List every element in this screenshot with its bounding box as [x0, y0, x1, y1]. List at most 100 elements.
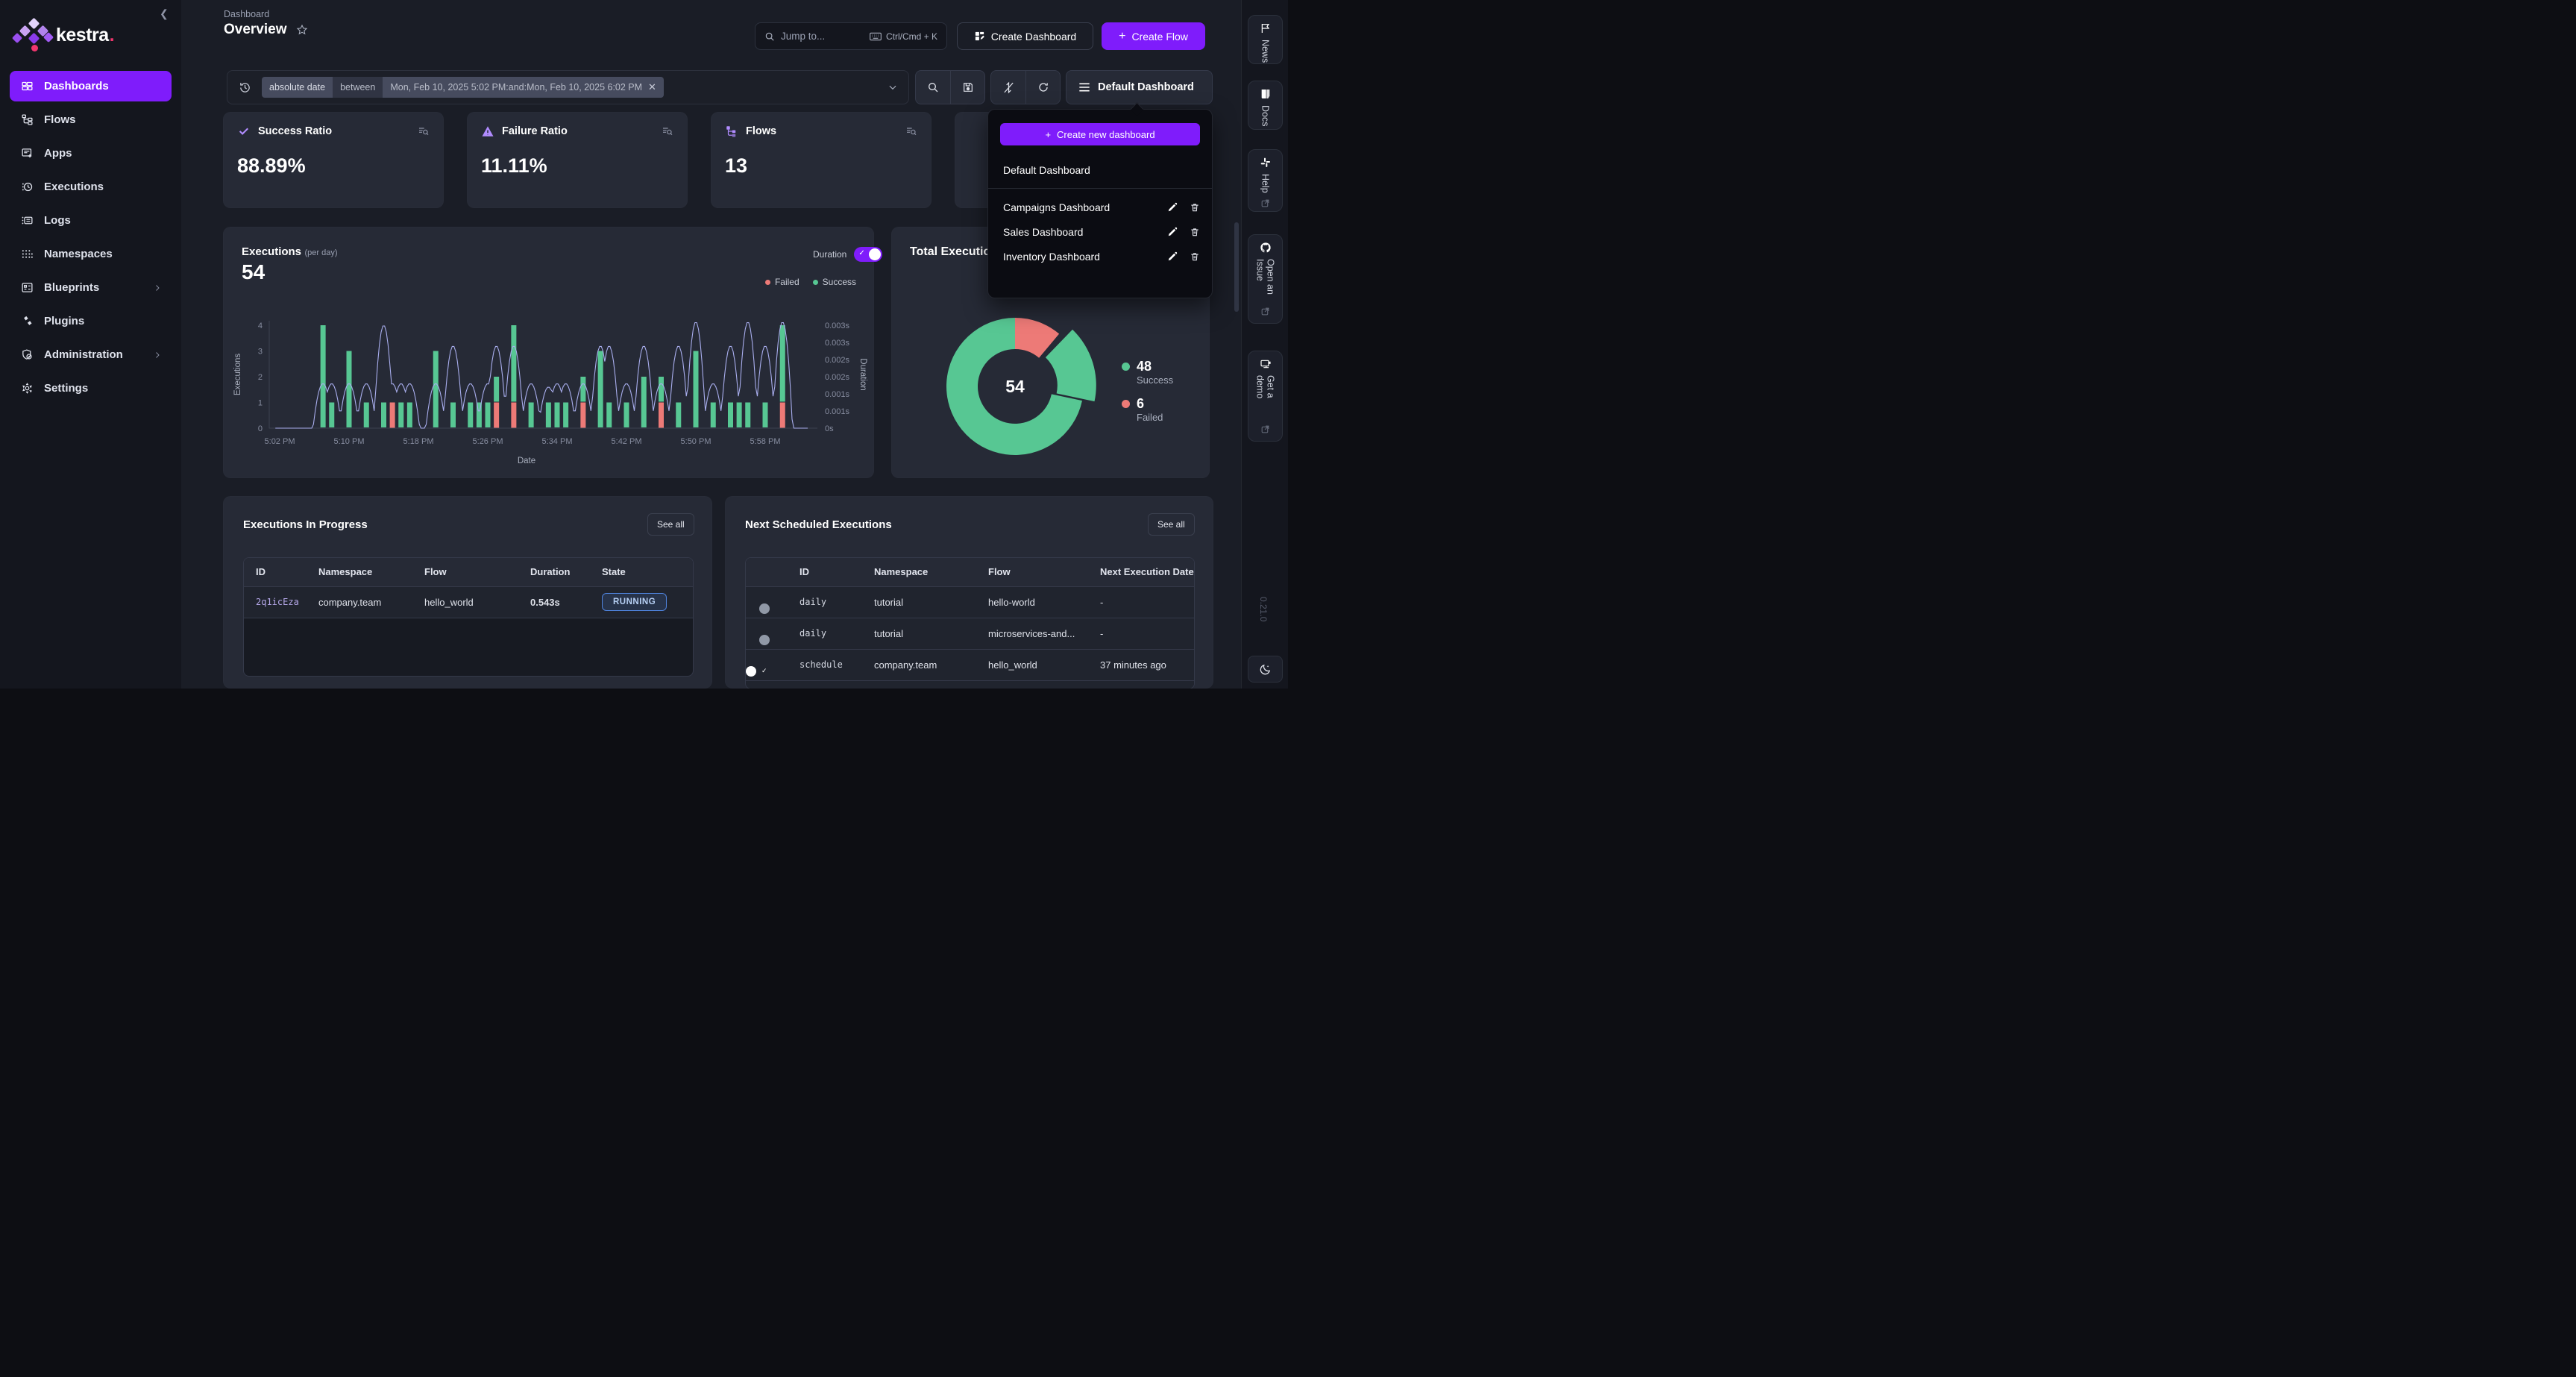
filter-chip[interactable]: absolute date between Mon, Feb 10, 2025 … [262, 77, 664, 98]
flow-cell[interactable]: microservices-and... [976, 618, 1088, 649]
filter-remove-icon[interactable]: ✕ [648, 81, 656, 93]
namespace-cell[interactable]: company.team [862, 649, 976, 680]
table-row[interactable]: daily tutorial hello-world - [746, 586, 1194, 618]
edit-dashboard-icon[interactable] [1167, 251, 1178, 262]
sidebar-item-flows[interactable]: Flows [10, 104, 172, 135]
dock-button-open-an-issue[interactable]: Open an Issue [1248, 234, 1283, 324]
save-filter-button[interactable] [950, 71, 984, 104]
create-flow-button[interactable]: + Create Flow [1102, 22, 1205, 50]
create-new-dashboard-button[interactable]: + Create new dashboard [1000, 123, 1200, 145]
sidebar-item-administration[interactable]: Administration [10, 339, 172, 370]
dock-button-docs[interactable]: Docs [1248, 81, 1283, 130]
kestra-logo[interactable]: kestra. [19, 19, 114, 51]
svg-text:0.002s: 0.002s [825, 356, 850, 365]
dashboard-selector-button[interactable]: Default Dashboard [1066, 70, 1213, 104]
sidebar-item-executions[interactable]: Executions [10, 172, 172, 202]
table-row[interactable]: 2q1icEza company.team hello_world 0.543s… [244, 586, 693, 618]
stat-card-flows: Flows 13 [711, 112, 932, 208]
edit-dashboard-icon[interactable] [1167, 227, 1178, 237]
sidebar-item-apps[interactable]: Apps [10, 138, 172, 169]
dropdown-item-inventory-dashboard[interactable]: Inventory Dashboard [988, 244, 1212, 269]
donut-legend-item-failed[interactable]: 6 Failed [1122, 396, 1173, 423]
dock-button-label: Docs [1260, 105, 1271, 126]
keyboard-icon [870, 32, 882, 41]
list-search-icon[interactable] [662, 125, 673, 137]
sidebar-item-namespaces[interactable]: Namespaces [10, 239, 172, 269]
flow-cell[interactable]: hello_world [976, 649, 1088, 680]
namespace-cell[interactable]: tutorial [862, 618, 976, 649]
flow-cell[interactable]: hello_world [412, 586, 518, 618]
column-header [746, 558, 788, 586]
trigger-id[interactable]: daily [788, 586, 862, 618]
dock-button-help[interactable]: Help [1248, 149, 1283, 212]
filter-actions-group-1 [915, 70, 985, 104]
filter-actions-group-2 [990, 70, 1061, 104]
dock-button-news[interactable]: News [1248, 15, 1283, 64]
plus-icon: + [1045, 129, 1051, 140]
sidebar-item-plugins[interactable]: Plugins [10, 306, 172, 336]
edit-dashboard-icon[interactable] [1167, 202, 1178, 213]
refresh-button[interactable] [1025, 71, 1060, 104]
dock-button-get-a-demo[interactable]: Get a demo [1248, 351, 1283, 442]
dropdown-divider [988, 188, 1212, 189]
trigger-id[interactable]: daily [788, 618, 862, 649]
donut-legend: 48 Success 6 Failed [1122, 359, 1173, 433]
sidebar-item-settings[interactable]: Settings [10, 373, 172, 404]
chevron-right-icon [153, 351, 162, 360]
history-icon[interactable] [227, 81, 262, 94]
dropdown-item-campaigns-dashboard[interactable]: Campaigns Dashboard [988, 195, 1212, 219]
running-state-badge[interactable]: RUNNING [602, 593, 667, 611]
filter-search-button[interactable] [916, 71, 950, 104]
donut-legend-item-success[interactable]: 48 Success [1122, 359, 1173, 386]
column-header: Flow [412, 558, 518, 586]
filter-bar[interactable]: absolute date between Mon, Feb 10, 2025 … [227, 70, 909, 104]
theme-toggle-button[interactable] [1248, 656, 1283, 683]
check-icon [237, 125, 251, 138]
list-search-icon[interactable] [905, 125, 917, 137]
breadcrumb[interactable]: Dashboard [224, 9, 269, 19]
duration-toggle[interactable]: ✓ [854, 247, 882, 262]
dock-button-label: News [1260, 40, 1271, 63]
hamburger-icon [1078, 82, 1090, 92]
in-progress-see-all-button[interactable]: See all [647, 513, 694, 536]
sidebar-item-blueprints[interactable]: Blueprints [10, 272, 172, 303]
kestra-dashboard-screen: ❮ kestra. Dashboards Flows Apps Executio… [0, 0, 1288, 688]
sidebar-item-label: Executions [44, 181, 104, 193]
table-row[interactable]: daily tutorial microservices-and... - [746, 618, 1194, 649]
trigger-toggle-cell: ✓ [746, 649, 788, 680]
namespace-cell[interactable]: tutorial [862, 586, 976, 618]
legend-item-failed[interactable]: Failed [765, 277, 799, 287]
sidebar-collapse-icon[interactable]: ❮ [160, 7, 169, 20]
executions-legend: Failed Success [746, 277, 856, 287]
sidebar: ❮ kestra. Dashboards Flows Apps Executio… [0, 0, 181, 688]
auto-refresh-disabled-icon[interactable] [991, 71, 1025, 104]
trigger-id[interactable]: schedule [788, 649, 862, 680]
executions-chart[interactable]: 012340s0.001s0.001s0.002s0.002s0.003s0.0… [228, 311, 870, 474]
table-row[interactable]: ✓ schedule company.team hello_world 37 m… [746, 649, 1194, 680]
administration-icon [19, 348, 34, 363]
chevron-down-icon[interactable] [888, 82, 898, 92]
delete-dashboard-icon[interactable] [1190, 251, 1200, 262]
create-dashboard-button[interactable]: Create Dashboard [957, 22, 1093, 50]
sidebar-item-dashboards[interactable]: Dashboards [10, 71, 172, 101]
scrollbar-thumb[interactable] [1234, 222, 1239, 312]
favorite-star-icon[interactable] [296, 24, 308, 36]
delete-dashboard-icon[interactable] [1190, 202, 1200, 213]
scheduled-panel: Next Scheduled Executions See all IDName… [725, 496, 1213, 688]
legend-item-success[interactable]: Success [813, 277, 856, 287]
scheduled-see-all-button[interactable]: See all [1148, 513, 1195, 536]
total-executions-donut[interactable] [928, 299, 1102, 474]
version-label: 0.21.0 [1258, 597, 1269, 621]
sidebar-item-logs[interactable]: Logs [10, 205, 172, 236]
flow-cell[interactable]: hello-world [976, 586, 1088, 618]
logs-icon [19, 213, 34, 228]
shortcut-hint: Ctrl/Cmd + K [870, 31, 937, 42]
list-search-icon[interactable] [418, 125, 430, 137]
namespace-cell[interactable]: company.team [307, 586, 412, 618]
dropdown-item-default-dashboard[interactable]: Default Dashboard [988, 157, 1212, 182]
column-header: Namespace [862, 558, 976, 586]
jump-to-search[interactable]: Jump to... Ctrl/Cmd + K [755, 22, 947, 50]
delete-dashboard-icon[interactable] [1190, 227, 1200, 237]
dropdown-item-sales-dashboard[interactable]: Sales Dashboard [988, 219, 1212, 244]
execution-id[interactable]: 2q1icEza [244, 586, 307, 618]
